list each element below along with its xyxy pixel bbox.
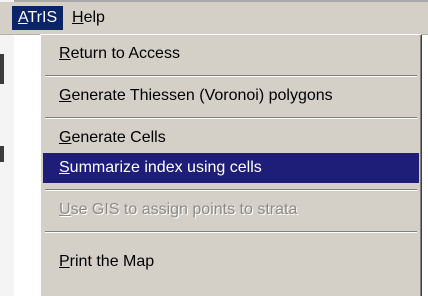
- menu-item-accel: S: [59, 159, 70, 176]
- menu-help-label: elp: [83, 9, 105, 26]
- menu-help[interactable]: Help: [66, 6, 111, 30]
- menu-item-print-the-map[interactable]: Print the Map: [43, 247, 419, 277]
- menu-item-label: rint the Map: [69, 253, 155, 270]
- background-window-edge: [0, 0, 14, 296]
- menu-separator: [45, 75, 417, 77]
- menu-item-label: ummarize index using cells: [69, 159, 262, 176]
- menu-item-accel: U: [59, 201, 71, 218]
- menu-item-return-to-access[interactable]: Return to Access: [43, 39, 419, 69]
- menu-item-accel: P: [59, 253, 70, 270]
- background-window-mark: [0, 54, 4, 84]
- atris-dropdown-menu: Return to Access Generate Thiessen (Voro…: [40, 34, 422, 296]
- menu-item-label: eturn to Access: [70, 45, 180, 62]
- menu-item-label: enerate Thiessen (Voronoi) polygons: [71, 87, 333, 104]
- menu-help-accel: H: [72, 9, 84, 26]
- background-window-mark: [0, 146, 4, 162]
- menu-item-label: enerate Cells: [71, 129, 166, 146]
- menu-item-generate-thiessen-polygons[interactable]: Generate Thiessen (Voronoi) polygons: [43, 81, 419, 111]
- menu-item-summarize-index-using-cells[interactable]: Summarize index using cells: [43, 153, 419, 183]
- menu-separator: [45, 117, 417, 119]
- menu-item-use-gis-assign-points: Use GIS to assign points to strata: [43, 195, 419, 225]
- menu-item-generate-cells[interactable]: Generate Cells: [43, 123, 419, 153]
- menu-atris-label: TrIS: [27, 9, 58, 26]
- menu-item-label: se GIS to assign points to strata: [70, 201, 298, 218]
- menu-bar: ATrIS Help: [0, 2, 428, 35]
- menu-separator: [45, 231, 417, 233]
- menu-item-accel: G: [59, 87, 72, 104]
- menu-separator: [45, 189, 417, 191]
- menu-item-accel: R: [59, 45, 71, 62]
- menu-item-accel: G: [59, 129, 72, 146]
- menu-atris[interactable]: ATrIS: [12, 6, 64, 30]
